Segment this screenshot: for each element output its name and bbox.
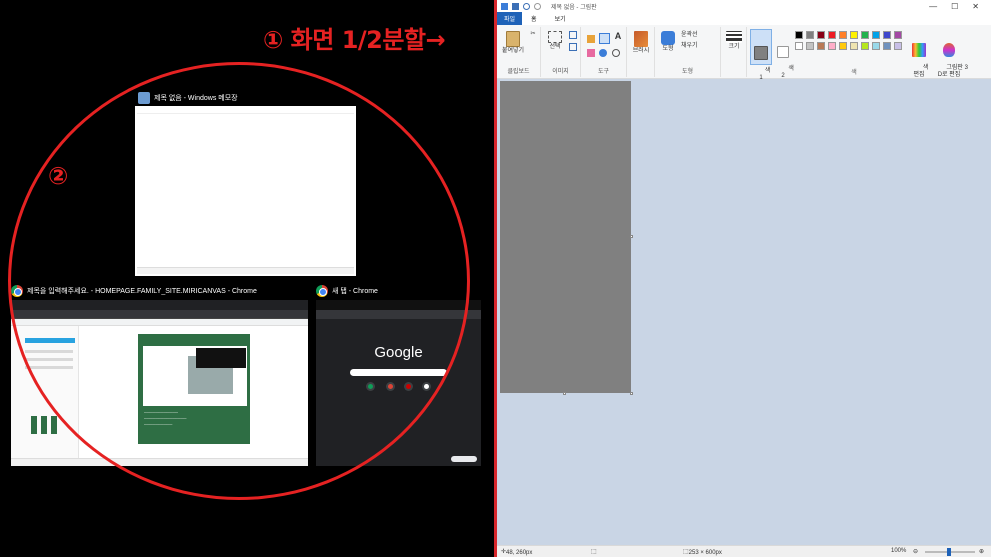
resize-handle-corner[interactable]	[630, 392, 633, 395]
group-tools: A 도구	[581, 27, 627, 77]
edit-colors-button[interactable]: 색 편집	[909, 29, 929, 86]
palette-swatch[interactable]	[872, 31, 880, 39]
palette-swatch[interactable]	[850, 42, 858, 50]
resize-handle-bottom[interactable]	[563, 392, 566, 395]
selection-icon: ⬚	[591, 549, 597, 555]
annotation-ellipse	[8, 62, 470, 500]
resize-handle-right[interactable]	[630, 235, 633, 238]
desktop: ① 화면 1/2분할→ ② 제목 없음 - Windows 메모장 제목을 입력…	[0, 0, 991, 557]
palette-swatch[interactable]	[795, 31, 803, 39]
outline-button[interactable]: 윤곽선	[681, 32, 719, 39]
size-icon	[726, 31, 742, 43]
palette-swatch[interactable]	[795, 42, 803, 50]
menu-home[interactable]: 홈	[522, 12, 546, 25]
palette-swatch[interactable]	[861, 31, 869, 39]
palette-swatch[interactable]	[839, 31, 847, 39]
palette-swatch[interactable]	[850, 31, 858, 39]
fill-button[interactable]: 채우기	[681, 43, 719, 50]
canvas-size: ⬚ 253 × 600px	[683, 549, 722, 556]
save-icon[interactable]	[512, 2, 519, 10]
canvas-area[interactable]	[497, 79, 991, 545]
pencil-icon[interactable]	[587, 35, 595, 43]
palette-swatch[interactable]	[894, 42, 902, 50]
color1-button[interactable]: 색 1	[750, 29, 772, 81]
palette-swatch[interactable]	[839, 42, 847, 50]
paint-ribbon: 붙여넣기 ✂ 클립보드 선택 이미지 A 도구 브러시 도형 윤곽선 채우기 도…	[497, 25, 991, 81]
paint-statusbar: ✛ 48, 260px ⬚ ⬚ 253 × 600px 100% ⊖ ⊕	[497, 545, 991, 557]
zoom-level: 100%	[891, 548, 907, 554]
select-icon	[548, 31, 562, 43]
clipboard-icon	[506, 31, 520, 47]
paint-window: 제목 없음 - 그림판 — ☐ ✕ 파일 홈 보기 붙여넣기 ✂ 클립보드 선택…	[497, 0, 991, 557]
palette-swatch[interactable]	[872, 42, 880, 50]
color-picker-icon[interactable]	[599, 49, 607, 57]
text-icon[interactable]: A	[613, 32, 623, 41]
rainbow-icon	[912, 43, 926, 57]
group-image: 선택 이미지	[541, 27, 581, 77]
palette-swatch[interactable]	[883, 42, 891, 50]
menu-view[interactable]: 보기	[546, 12, 575, 25]
palette-swatch[interactable]	[828, 31, 836, 39]
palette-swatch[interactable]	[806, 42, 814, 50]
paint-menubar: 파일 홈 보기	[497, 12, 991, 25]
fill-icon[interactable]	[599, 33, 610, 44]
paint-titlebar: 제목 없음 - 그림판 — ☐ ✕	[497, 0, 991, 12]
brush-icon	[634, 31, 648, 47]
size-button[interactable]: 크기	[724, 31, 744, 51]
group-brushes: 브러시	[627, 27, 655, 77]
redo-icon[interactable]	[534, 2, 541, 10]
paint3d-button[interactable]: 그림판 3 D로 편집	[933, 29, 968, 86]
minimize-icon[interactable]: —	[929, 2, 937, 11]
paste-button[interactable]: 붙여넣기	[501, 31, 525, 55]
paint-app-icon	[501, 2, 508, 10]
group-size: 크기	[721, 27, 747, 77]
resize-icon[interactable]	[569, 43, 577, 51]
color1-swatch	[754, 46, 768, 60]
menu-file[interactable]: 파일	[497, 12, 523, 25]
crop-icon[interactable]	[569, 31, 577, 39]
customize-button	[451, 456, 477, 462]
cut-icon[interactable]: ✂	[529, 31, 537, 38]
palette-swatch[interactable]	[817, 42, 825, 50]
select-button[interactable]: 선택	[545, 31, 565, 51]
shapes-button[interactable]: 도형	[658, 31, 678, 53]
cursor-position: ✛ 48, 260px	[501, 549, 533, 556]
palette-swatch[interactable]	[828, 42, 836, 50]
palette-swatch[interactable]	[894, 31, 902, 39]
zoom-slider-thumb[interactable]	[947, 548, 951, 556]
group-clipboard: 붙여넣기 ✂ 클립보드	[497, 27, 541, 77]
palette-swatch[interactable]	[817, 31, 825, 39]
window-title: 제목 없음 - 그림판	[551, 4, 597, 11]
eraser-icon[interactable]	[587, 49, 595, 57]
shapes-icon	[661, 31, 675, 45]
zoom-in-icon[interactable]: ⊕	[979, 548, 984, 555]
snap-assist-area: ① 화면 1/2분할→ ② 제목 없음 - Windows 메모장 제목을 입력…	[0, 0, 494, 557]
group-shapes: 도형 윤곽선 채우기 도형	[655, 27, 721, 77]
annotation-step1: ① 화면 1/2분할→	[263, 26, 446, 54]
drawing-canvas[interactable]	[500, 81, 631, 393]
close-icon[interactable]: ✕	[972, 2, 979, 11]
colors-label: 색	[851, 70, 857, 76]
brushes-button[interactable]: 브러시	[630, 31, 652, 55]
zoom-out-icon[interactable]: ⊖	[913, 548, 918, 555]
magnifier-icon[interactable]	[612, 49, 620, 57]
maximize-icon[interactable]: ☐	[951, 2, 958, 11]
paint3d-icon	[943, 43, 955, 57]
palette-swatch[interactable]	[861, 42, 869, 50]
palette-swatch[interactable]	[806, 31, 814, 39]
palette-swatch[interactable]	[883, 31, 891, 39]
color2-swatch	[777, 46, 789, 58]
undo-icon[interactable]	[523, 2, 530, 10]
